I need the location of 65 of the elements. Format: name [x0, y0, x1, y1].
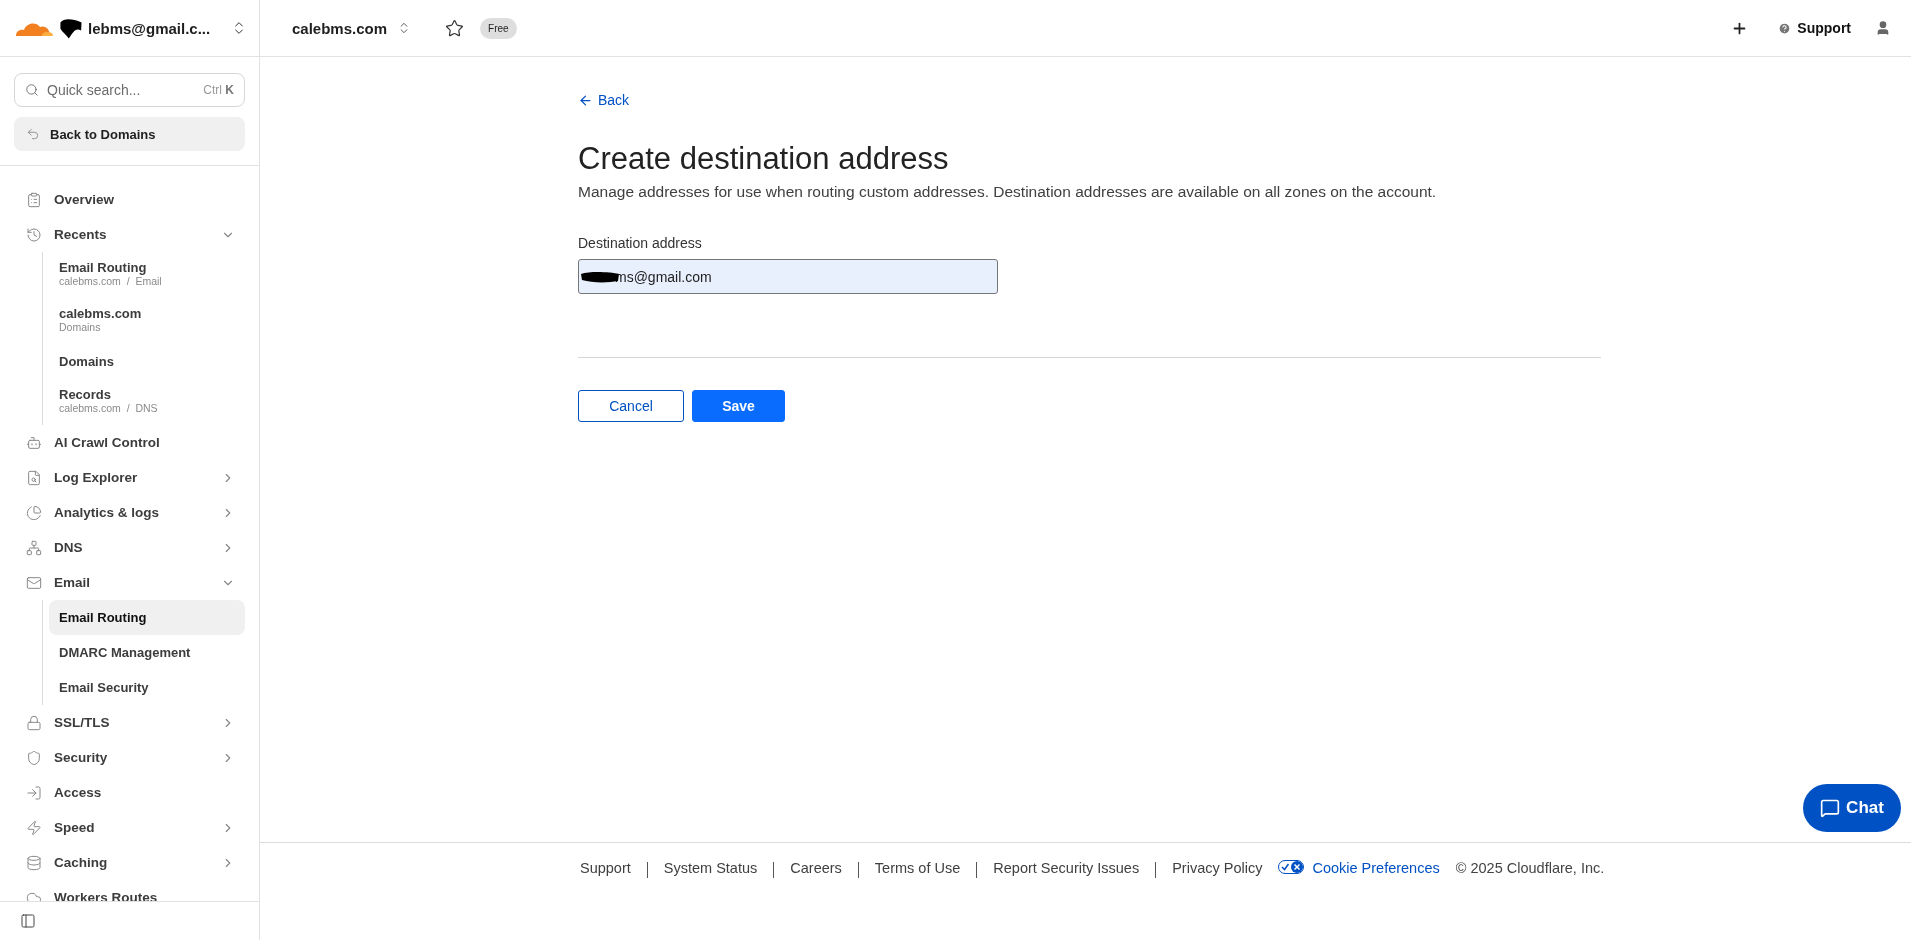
- sidebar-subitem[interactable]: calebms.com Domains: [49, 298, 245, 340]
- footer-link[interactable]: Support: [580, 860, 631, 876]
- plan-badge: Free: [480, 17, 517, 39]
- help-icon: [1778, 21, 1792, 35]
- footer-link[interactable]: Privacy Policy: [1172, 860, 1263, 876]
- sidebar-subitem[interactable]: Email Security: [49, 670, 245, 705]
- footer-link[interactable]: Careers: [790, 860, 842, 876]
- sidebar-item[interactable]: Analytics & logs: [14, 495, 245, 530]
- chat-button[interactable]: Chat: [1803, 784, 1901, 832]
- sidebar-item[interactable]: Access: [14, 775, 245, 810]
- breadcrumb-hint: Domains: [59, 320, 102, 333]
- file-search-icon: [26, 469, 42, 486]
- privacy-toggle-icon: [1278, 860, 1305, 874]
- page-description: Manage addresses for use when routing custom addresses. Destination addresses are available on all zones on the account.: [578, 183, 1437, 201]
- copyright: © 2025 Cloudflare, Inc.: [1455, 860, 1605, 876]
- account-name[interactable]: lebms@gmail.c...: [88, 19, 225, 37]
- zone-name[interactable]: calebms.com: [292, 19, 388, 37]
- footer-link[interactable]: Terms of Use: [874, 860, 961, 876]
- save-button[interactable]: Save: [692, 390, 785, 422]
- sidebar-item[interactable]: Overview: [14, 182, 245, 217]
- back-to-domains-button[interactable]: Back to Domains: [14, 117, 245, 151]
- database-icon: [26, 854, 42, 871]
- robot-icon: [26, 434, 42, 451]
- footer-link[interactable]: Report Security Issues: [993, 860, 1140, 876]
- cancel-button[interactable]: Cancel: [578, 390, 684, 422]
- sidebar-subitem[interactable]: Records calebms.com / DNS: [49, 379, 245, 421]
- pie-chart-icon: [26, 504, 42, 521]
- sidebar-item[interactable]: Email: [14, 565, 245, 600]
- sidebar-item[interactable]: DNS: [14, 530, 245, 565]
- clipboard-icon: [26, 191, 42, 208]
- collapse-sidebar-icon: [20, 913, 36, 929]
- return-icon: [26, 127, 40, 141]
- sidebar-subitem[interactable]: Email Routing: [49, 600, 245, 635]
- redaction-mark: [60, 16, 82, 40]
- cookie-preferences-link[interactable]: Cookie Preferences: [1312, 860, 1440, 876]
- sidebar-item[interactable]: Caching: [14, 845, 245, 880]
- shield-icon: [26, 749, 42, 766]
- breadcrumb-hint: calebms.com / Email: [59, 274, 163, 287]
- sidebar-subitem[interactable]: Domains: [49, 344, 245, 379]
- network-icon: [26, 539, 42, 556]
- chat-bubble-icon: [1820, 798, 1841, 818]
- sidebar-item[interactable]: Recents: [14, 217, 245, 252]
- search-icon: [25, 83, 39, 97]
- sidebar-item[interactable]: AI Crawl Control: [14, 425, 245, 460]
- sidebar-subitem[interactable]: DMARC Management: [49, 635, 245, 670]
- sidebar-item[interactable]: Security: [14, 740, 245, 775]
- search-field[interactable]: Quick search... Ctrl K: [14, 73, 245, 107]
- page-title: Create destination address: [578, 141, 949, 177]
- history-icon: [26, 226, 42, 243]
- support-button[interactable]: Support: [1778, 20, 1851, 36]
- sidebar-item[interactable]: Speed: [14, 810, 245, 845]
- sidebar-item[interactable]: Log Explorer: [14, 460, 245, 495]
- footer-link[interactable]: System Status: [663, 860, 758, 876]
- back-link[interactable]: Back: [578, 92, 630, 108]
- user-icon[interactable]: [1875, 20, 1891, 36]
- shortcut-hint: Ctrl K: [203, 83, 234, 97]
- sign-in-icon: [26, 784, 42, 801]
- lightning-icon: [26, 819, 42, 836]
- lock-icon: [26, 714, 42, 731]
- star-icon: [445, 18, 465, 38]
- field-label: Destination address: [578, 235, 702, 251]
- sidebar-subitem[interactable]: Email Routing calebms.com / Email: [49, 252, 245, 294]
- mail-icon: [26, 574, 42, 591]
- sidebar-item[interactable]: SSL/TLS: [14, 705, 245, 740]
- breadcrumb-hint: calebms.com / DNS: [59, 401, 159, 414]
